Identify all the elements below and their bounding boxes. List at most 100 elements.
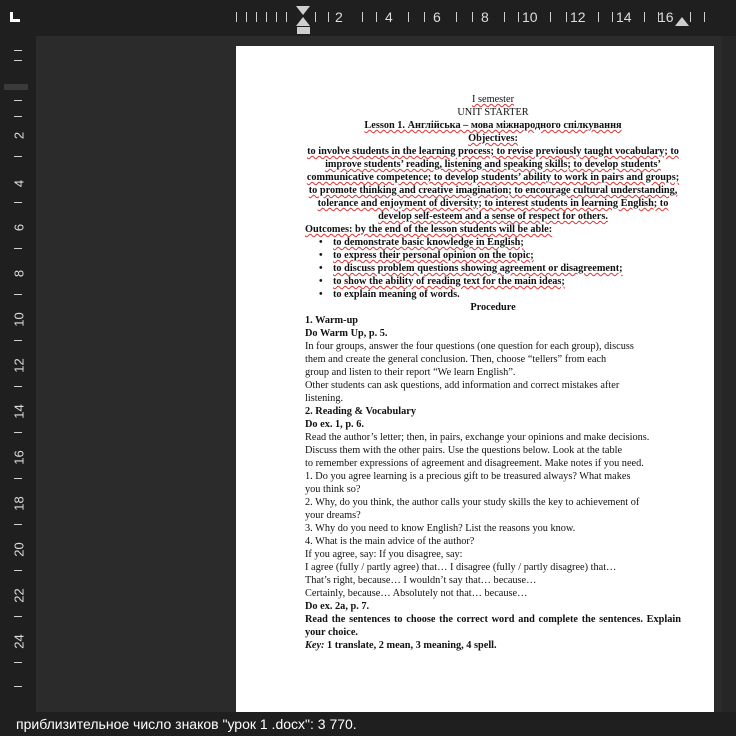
ruler-label: 18: [11, 496, 27, 511]
ruler-tick: [424, 12, 425, 22]
exercise-task: Do ex. 2a, p. 7.: [305, 601, 370, 612]
ruler-tick: [14, 202, 22, 203]
ruler-tick: [690, 12, 691, 22]
unit-heading: UNIT STARTER: [457, 107, 529, 118]
ruler-label: 10: [11, 312, 27, 327]
procedure-heading: Procedure: [470, 302, 516, 313]
text-line: them and create the general conclusion. …: [305, 354, 607, 365]
text-line: I agree (fully / partly agree) that… I d…: [305, 562, 617, 573]
right-indent-marker[interactable]: [675, 17, 689, 26]
horizontal-ruler[interactable]: 2 4 6 8 10 12 14 16: [0, 0, 736, 36]
text-line: to remember expressions of agreement and…: [305, 458, 644, 469]
text-line: Discuss them with the other pairs. Use t…: [305, 445, 623, 456]
ruler-label: 2: [335, 9, 343, 25]
list-item: to show the ability of reading text for …: [305, 275, 681, 288]
objectives-heading: Objectives:: [468, 133, 518, 144]
text-line: group and listen to their report “We lea…: [305, 367, 516, 378]
ruler-label: 2: [11, 131, 27, 140]
ruler-tick: [14, 478, 22, 479]
ruler-tick: [362, 12, 363, 22]
ruler-tick: [286, 12, 287, 22]
ruler-tick: [246, 12, 247, 22]
ruler-label: 4: [11, 179, 27, 188]
top-margin-marker[interactable]: [4, 84, 28, 90]
text-line: you think so?: [305, 484, 361, 495]
ruler-tick: [504, 12, 505, 22]
reading-heading: 2. Reading & Vocabulary: [305, 406, 416, 417]
text-line: 2. Why, do you think, the author calls y…: [305, 497, 640, 508]
objectives-text: to involve students in the learning proc…: [306, 146, 680, 222]
scrollbar[interactable]: [722, 36, 736, 712]
list-item: to discuss problem questions showing agr…: [305, 262, 681, 275]
warmup-heading: 1. Warm-up: [305, 315, 359, 326]
document-body[interactable]: I semester UNIT STARTER Lesson 1. Англій…: [305, 93, 681, 652]
ruler-label: 24: [11, 634, 27, 649]
ruler-label: 4: [385, 9, 393, 25]
character-count-text: приблизительное число знаков "урок 1 .do…: [16, 716, 357, 732]
vertical-ruler[interactable]: 2 4 6 8 10 12 14 16 18 20 22 24: [0, 36, 36, 712]
ruler-label: 14: [11, 404, 27, 419]
ruler-tick: [14, 60, 22, 61]
ruler-tick: [315, 12, 316, 22]
tab-selector-icon[interactable]: [10, 12, 20, 22]
outcomes-line: Outcomes: by the end of the lesson stude…: [305, 224, 553, 235]
key-text: 1 translate, 2 mean, 3 meaning, 4 spell.: [324, 640, 497, 651]
ruler-tick: [14, 156, 22, 157]
ruler-tick: [14, 248, 22, 249]
ruler-tick: [14, 662, 22, 663]
text-line: Read the author’s letter; then, in pairs…: [305, 432, 650, 443]
document-page[interactable]: I semester UNIT STARTER Lesson 1. Англій…: [236, 46, 714, 712]
reading-task: Do ex. 1, p. 6.: [305, 419, 364, 430]
text-line: Other students can ask questions, add in…: [305, 380, 620, 391]
ruler-label: 6: [433, 9, 441, 25]
ruler-label: 22: [11, 588, 27, 603]
text-line: your dreams?: [305, 510, 361, 521]
ruler-tick: [14, 50, 22, 51]
text-line: 3. Why do you need to know English? List…: [305, 523, 576, 534]
text-line: 1. Do you agree learning is a precious g…: [305, 471, 631, 482]
text-line: In four groups, answer the four question…: [305, 341, 634, 352]
ruler-label: 12: [11, 358, 27, 373]
text-line: That’s right, because… I wouldn’t say th…: [305, 575, 537, 586]
status-bar: приблизительное число знаков "урок 1 .do…: [0, 712, 736, 736]
ruler-label: 14: [616, 9, 632, 25]
ruler-label: 6: [11, 223, 27, 232]
text-line: Certainly, because… Absolutely not that……: [305, 588, 528, 599]
list-item: to express their personal opinion on the…: [305, 249, 681, 262]
ruler-tick: [266, 12, 267, 22]
ruler-tick: [376, 12, 377, 22]
warmup-task: Do Warm Up, p. 5.: [305, 328, 388, 339]
ruler-label: 8: [481, 9, 489, 25]
list-item: to demonstrate basic knowledge in Englis…: [305, 236, 681, 249]
ruler-label: 20: [11, 542, 27, 557]
answer-key: Key: 1 translate, 2 mean, 3 meaning, 4 s…: [305, 639, 681, 652]
ruler-tick: [644, 12, 645, 22]
hanging-indent-marker[interactable]: [296, 17, 310, 26]
ruler-tick: [14, 386, 22, 387]
ruler-label: 8: [11, 269, 27, 278]
ruler-tick: [566, 12, 567, 22]
list-item: to explain meaning of words.: [305, 288, 681, 301]
ruler-tick: [256, 12, 257, 22]
text-line: listening.: [305, 393, 344, 404]
ruler-tick: [14, 616, 22, 617]
exercise-instruction: Read the sentences to choose the correct…: [305, 614, 681, 638]
semester-heading: I semester: [471, 94, 515, 105]
ruler-label: 12: [570, 9, 586, 25]
ruler-label: 16: [11, 450, 27, 465]
ruler-tick: [550, 12, 551, 22]
ruler-tick: [14, 116, 22, 117]
key-label: Key:: [305, 640, 325, 651]
ruler-tick: [408, 12, 409, 22]
ruler-tick: [14, 432, 22, 433]
ruler-tick: [472, 12, 473, 22]
left-indent-marker[interactable]: [297, 27, 310, 34]
first-line-indent-marker[interactable]: [296, 6, 310, 15]
text-line: 4. What is the main advice of the author…: [305, 536, 475, 547]
ruler-tick: [14, 686, 22, 687]
ruler-tick: [14, 570, 22, 571]
lesson-heading: Lesson 1. Англійська – мова міжнародного…: [364, 120, 622, 131]
ruler-tick: [14, 340, 22, 341]
ruler-tick: [14, 524, 22, 525]
ruler-tick: [518, 12, 519, 22]
